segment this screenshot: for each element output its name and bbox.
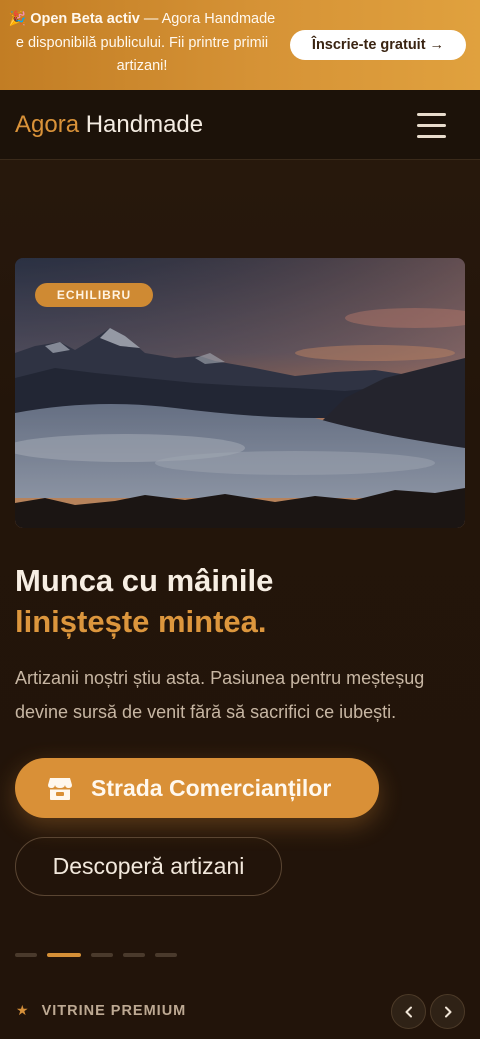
site-header: Agora Handmade — [0, 90, 480, 160]
carousel-indicators — [15, 953, 185, 958]
merchants-street-button[interactable]: Strada Comercianților — [15, 758, 379, 818]
hero-title-line1: Munca cu mâinile — [15, 563, 274, 598]
premium-label: VITRINE PREMIUM — [41, 1003, 187, 1019]
promo-strong: Open Beta activ — [30, 11, 140, 27]
store-icon — [47, 775, 73, 807]
chevron-right-icon — [444, 1006, 451, 1017]
menu-icon — [417, 113, 446, 116]
star-icon: ★ — [16, 1003, 30, 1019]
premium-section-title: ★ VITRINE PREMIUM — [16, 1003, 186, 1019]
logo-rest: Handmade — [79, 111, 204, 138]
next-button[interactable] — [430, 994, 465, 1029]
logo[interactable]: Agora Handmade — [15, 111, 203, 139]
hero-title-line2: liniștește mintea. — [15, 604, 267, 639]
carousel-dot[interactable] — [91, 953, 113, 957]
promo-banner: 🎉 Open Beta activ — Agora Handmade e dis… — [0, 0, 480, 90]
signup-button[interactable]: Înscrie-te gratuit → — [290, 30, 466, 60]
hero-subtitle: Artizanii noștri știu asta. Pasiunea pen… — [15, 668, 425, 722]
celebration-icon: 🎉 — [8, 11, 27, 27]
carousel-dot[interactable] — [15, 953, 37, 957]
discover-artisans-button[interactable]: Descoperă artizani — [15, 837, 282, 896]
hero-title: Munca cu mâinile liniștește mintea. — [15, 560, 465, 642]
carousel-dot-active[interactable] — [47, 953, 81, 957]
promo-text: 🎉 Open Beta activ — Agora Handmade e dis… — [8, 8, 276, 79]
chevron-left-icon — [405, 1006, 412, 1017]
carousel-dot[interactable] — [155, 953, 177, 957]
logo-accent: Agora — [15, 111, 80, 138]
prev-button[interactable] — [391, 994, 426, 1029]
menu-button[interactable] — [414, 110, 448, 140]
merchants-street-label: Strada Comercianților — [91, 775, 332, 801]
carousel-dot[interactable] — [123, 953, 145, 957]
category-badge: ECHILIBRU — [35, 283, 153, 307]
